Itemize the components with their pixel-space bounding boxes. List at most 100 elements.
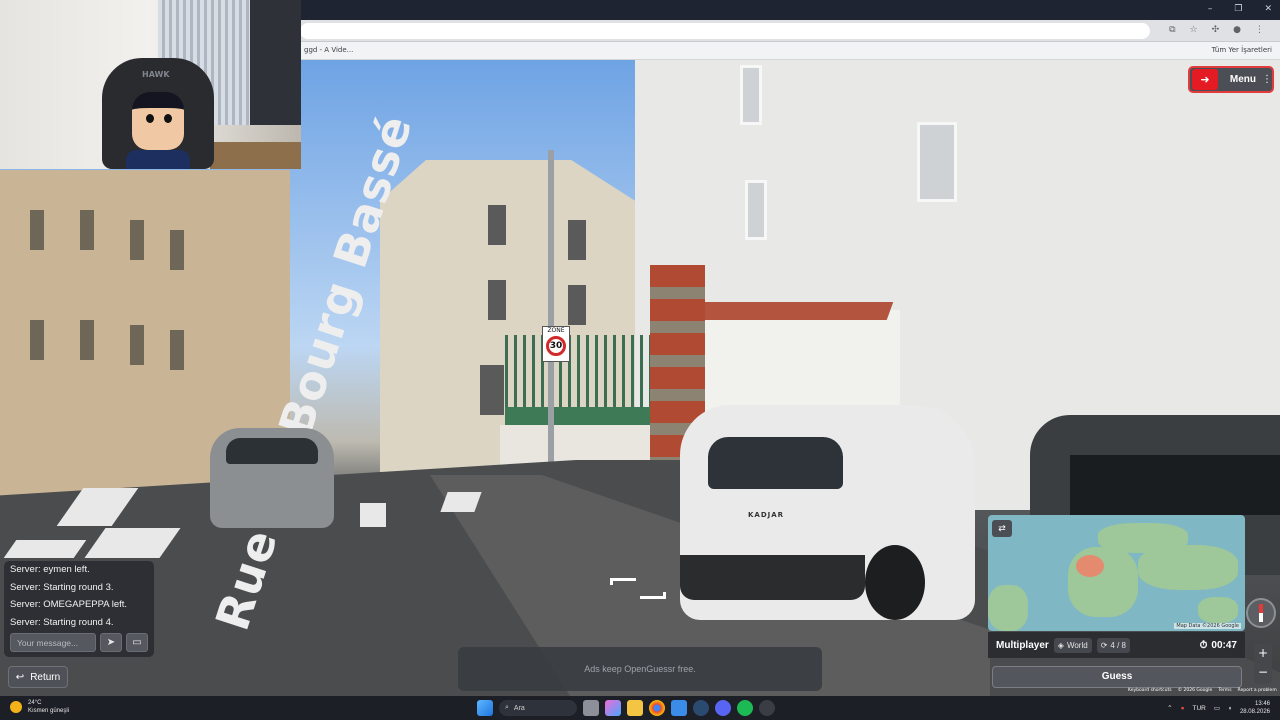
keyboard-shortcuts-link[interactable]: Keyboard shortcuts: [1128, 688, 1172, 696]
taskbar-search[interactable]: ⌕ Ara: [499, 700, 577, 716]
map-footer-links: Keyboard shortcuts © 2026 Google Terms R…: [1128, 688, 1280, 696]
minimize-button[interactable]: –: [1208, 4, 1213, 14]
start-icon[interactable]: [477, 700, 493, 716]
browser-toolbar-icons: ⧉ ☆ ✣ ● ⋮: [1169, 25, 1264, 35]
green-fence: [505, 335, 653, 425]
chat-message-input[interactable]: [10, 633, 96, 652]
guess-minimap[interactable]: ⇄ Map Data ©2026 Google: [988, 515, 1245, 631]
avatar-eye: [164, 114, 172, 123]
all-bookmarks-folder[interactable]: Tüm Yer İşaretleri: [1212, 46, 1272, 54]
expand-map-icon[interactable]: ⇄: [992, 520, 1012, 537]
chair-brand: HAWK: [142, 70, 170, 79]
task-view-icon[interactable]: [583, 700, 599, 716]
spotify-icon[interactable]: [737, 700, 753, 716]
copyright-text: © 2026 Google: [1177, 688, 1213, 693]
close-window-button[interactable]: ✕: [1264, 4, 1272, 14]
search-icon: ⌕: [505, 704, 509, 711]
report-problem-link[interactable]: Report a problem: [1238, 688, 1277, 696]
taskbar-apps: ⌕ Ara: [477, 700, 775, 716]
chat-panel: Server: eymen left. Server: Starting rou…: [4, 561, 154, 657]
exit-icon[interactable]: ➜: [1192, 69, 1218, 90]
return-label: Return: [30, 671, 61, 683]
tile-roof: [696, 302, 894, 320]
map-attribution: Map Data ©2026 Google: [1174, 623, 1241, 629]
profile-icon[interactable]: ●: [1233, 25, 1241, 35]
translate-icon[interactable]: ⧉: [1169, 25, 1175, 35]
extensions-icon[interactable]: ✣: [1212, 25, 1220, 35]
rounds-chip: ⟳ 4 / 8: [1096, 637, 1130, 653]
discord-icon[interactable]: [715, 700, 731, 716]
obs-icon[interactable]: [759, 700, 775, 716]
bookmark-item[interactable]: ggd - A Vide...: [304, 46, 353, 54]
system-clock[interactable]: 13:46 28.08.2026: [1240, 700, 1270, 716]
map-highlight: [1076, 555, 1104, 577]
window-controls: – ❐ ✕: [1208, 4, 1272, 14]
maximize-button[interactable]: ❐: [1234, 4, 1242, 14]
network-icon[interactable]: ▭: [1214, 704, 1220, 712]
guess-button[interactable]: Guess: [992, 666, 1242, 688]
chat-message: Server: Starting round 3.: [10, 581, 114, 593]
crosswalk-stripe: [440, 492, 482, 512]
weather-temp: 24°C: [28, 700, 42, 706]
microphone-icon[interactable]: ●: [1181, 705, 1185, 712]
weather-desc: Kısmen güneşli: [28, 708, 70, 714]
clock-time: 13:46: [1254, 701, 1270, 707]
chat-message: Server: Starting round 4.: [10, 616, 114, 628]
menu-label: Menu: [1229, 74, 1256, 85]
car-badge: KADJAR: [748, 511, 785, 519]
white-suv: KADJAR: [680, 405, 975, 620]
weather-widget[interactable]: 24°C Kısmen güneşli: [10, 699, 69, 715]
nav-arrow-icon[interactable]: [610, 578, 636, 585]
return-arrow-icon: ↩: [15, 671, 25, 683]
address-bar[interactable]: [300, 23, 1150, 39]
chat-input-row: ➤ ▭: [10, 633, 148, 652]
volume-icon[interactable]: ◖: [1228, 705, 1232, 712]
chat-bubble-icon[interactable]: ▭: [126, 633, 148, 652]
terms-link[interactable]: Terms: [1218, 688, 1231, 696]
chrome-icon[interactable]: [649, 700, 665, 716]
webcam-overlay: HAWK: [0, 0, 301, 169]
pano-navigation-arrows[interactable]: [610, 578, 672, 606]
grey-car: [210, 428, 334, 528]
tray-overflow-icon[interactable]: ⌃: [1167, 704, 1172, 712]
layers-icon: ◈: [1057, 640, 1064, 650]
zoom-out-icon[interactable]: −: [1254, 663, 1272, 682]
map-landmass: [1198, 597, 1238, 623]
browser-menu-icon[interactable]: ⋮: [1255, 25, 1264, 35]
language-indicator[interactable]: TUR: [1193, 705, 1206, 712]
rounds-chip-label: 4 / 8: [1110, 640, 1126, 650]
zoom-in-icon[interactable]: +: [1254, 644, 1272, 663]
rug: [210, 142, 301, 169]
map-landmass: [1138, 545, 1238, 590]
copilot-icon[interactable]: [605, 700, 621, 716]
ads-banner: Ads keep OpenGuessr free.: [458, 647, 822, 691]
search-label: Ara: [513, 704, 525, 712]
bookmark-star-icon[interactable]: ☆: [1190, 25, 1198, 35]
menu-button[interactable]: ➜ Menu ⋮: [1188, 66, 1274, 93]
chat-message: Server: OMEGAPEPPA left.: [10, 599, 128, 610]
avatar: [132, 92, 184, 150]
return-button[interactable]: ↩ Return: [8, 666, 68, 688]
photos-icon[interactable]: [671, 700, 687, 716]
round-info-bar: Multiplayer ◈ World ⟳ 4 / 8 ⏱ 00:47: [988, 632, 1245, 658]
avatar-body: [126, 150, 190, 169]
more-vertical-icon: ⋮: [1262, 74, 1272, 85]
round-timer: ⏱ 00:47: [1200, 640, 1237, 651]
compass-icon[interactable]: [1246, 598, 1276, 628]
stopwatch-icon: ⏱: [1199, 639, 1208, 651]
nav-arrow-icon[interactable]: [640, 592, 666, 599]
windows-taskbar: 24°C Kısmen güneşli ⌕ Ara ⌃ ● TUR ▭ ◖ 13…: [0, 696, 1280, 720]
steam-icon[interactable]: [693, 700, 709, 716]
sign-zone-text: ZONE: [547, 327, 565, 334]
map-chip: ◈ World: [1053, 637, 1092, 653]
dark-curtain: [250, 0, 301, 125]
avatar-eye: [146, 114, 154, 123]
crosswalk-stripe: [360, 503, 386, 527]
system-tray: ⌃ ● TUR ▭ ◖ 13:46 28.08.2026: [1167, 700, 1270, 716]
send-icon[interactable]: ➤: [100, 633, 122, 652]
map-chip-label: World: [1066, 640, 1088, 650]
sign-speed-text: 30: [546, 336, 566, 356]
clock-date: 28.08.2026: [1239, 709, 1270, 715]
mode-label: Multiplayer: [996, 639, 1049, 651]
file-explorer-icon[interactable]: [627, 700, 643, 716]
